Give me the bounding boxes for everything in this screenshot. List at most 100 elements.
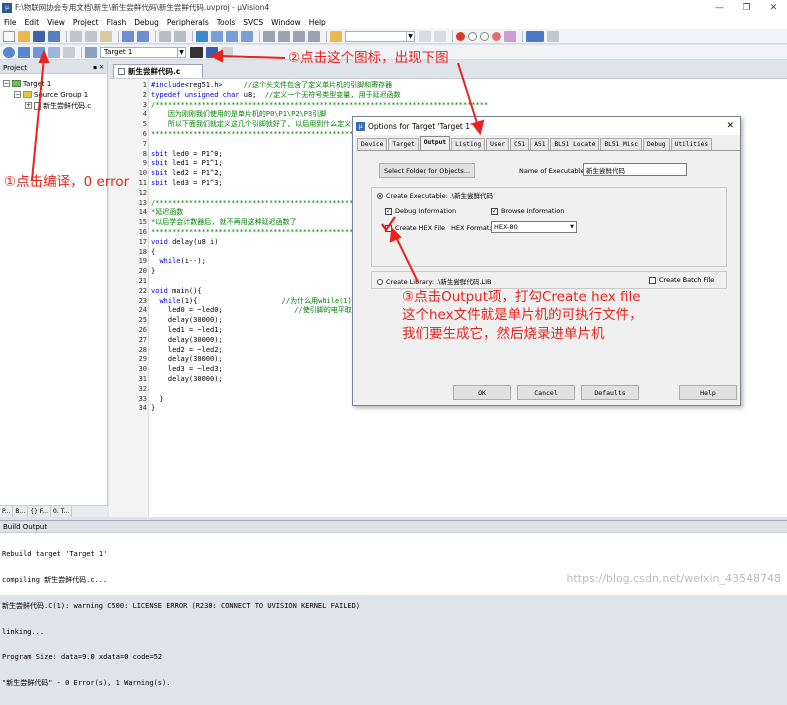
build-output-text[interactable]: Rebuild target 'Target 1' compiling 新生尝鲜… xyxy=(0,533,787,705)
close-window-button[interactable]: ✕ xyxy=(760,3,787,13)
translate-icon[interactable] xyxy=(3,46,15,58)
indent-icon[interactable] xyxy=(263,30,275,42)
save-all-icon[interactable] xyxy=(48,30,60,42)
menu-tools[interactable]: Tools xyxy=(213,18,239,27)
create-hex-checkbox[interactable]: ✓ Create HEX File xyxy=(385,224,445,232)
line-number: 26 xyxy=(138,326,147,334)
tab-debug[interactable]: Debug xyxy=(642,138,670,150)
menu-edit[interactable]: Edit xyxy=(21,18,44,27)
kill-breakpoints-icon[interactable] xyxy=(492,31,501,41)
tab-bl51-misc[interactable]: BL51 Misc xyxy=(600,138,642,150)
ok-button[interactable]: OK xyxy=(453,385,511,400)
build-icon[interactable] xyxy=(18,46,30,58)
dialog-close-button[interactable]: ✕ xyxy=(726,121,734,131)
code-token: delay(30000); xyxy=(151,375,223,383)
tab-c51[interactable]: C51 xyxy=(510,138,530,150)
target-select[interactable]: Target 1 ▼ xyxy=(100,46,186,58)
stop-build-icon[interactable] xyxy=(63,46,75,58)
menu-window[interactable]: Window xyxy=(267,18,305,27)
debug-start-icon[interactable] xyxy=(456,31,465,41)
save-icon[interactable] xyxy=(33,30,45,42)
cut-icon[interactable] xyxy=(70,30,82,42)
clear-bookmarks-icon[interactable] xyxy=(241,30,253,42)
help-button[interactable]: Help xyxy=(679,385,737,400)
unindent-icon[interactable] xyxy=(278,30,290,42)
download-icon[interactable] xyxy=(85,46,97,58)
redo-icon[interactable] xyxy=(137,30,149,42)
menu-help[interactable]: Help xyxy=(305,18,330,27)
rebuild-icon[interactable] xyxy=(33,46,45,58)
tab-project[interactable]: P... xyxy=(0,506,14,517)
menu-debug[interactable]: Debug xyxy=(130,18,163,27)
find-combo[interactable]: ▼ xyxy=(345,30,415,42)
tab-utilities[interactable]: Utilities xyxy=(670,138,713,150)
collapse-icon[interactable]: − xyxy=(3,80,10,87)
tab-functions[interactable]: {} F... xyxy=(28,506,52,517)
prev-bookmark-icon[interactable] xyxy=(211,30,223,42)
tab-templates[interactable]: 0. T... xyxy=(51,506,73,517)
tab-listing[interactable]: Listing xyxy=(451,138,486,150)
window-layout-icon[interactable] xyxy=(526,30,544,42)
menu-project[interactable]: Project xyxy=(69,18,103,27)
open-folder-icon[interactable] xyxy=(18,30,30,42)
tab-books[interactable]: B... xyxy=(13,506,29,517)
defaults-button[interactable]: Defaults xyxy=(581,385,639,400)
create-batch-checkbox[interactable]: Create Batch File xyxy=(649,276,714,284)
select-folder-button[interactable]: Select Folder for Objects... xyxy=(379,163,475,178)
collapse-icon[interactable]: − xyxy=(14,91,21,98)
incremental-find-icon[interactable] xyxy=(434,30,446,42)
configure-icon[interactable] xyxy=(547,30,559,42)
manage-components-icon[interactable] xyxy=(206,46,218,58)
tree-item-source-group[interactable]: − Source Group 1 xyxy=(0,89,107,100)
toolbar-separator xyxy=(66,30,67,42)
menu-svcs[interactable]: SVCS xyxy=(239,18,267,27)
browse-information-checkbox[interactable]: ✓ Browse Information xyxy=(491,207,564,215)
expand-icon[interactable]: + xyxy=(25,102,32,109)
batch-build-icon[interactable] xyxy=(48,46,60,58)
radio-icon xyxy=(377,279,383,285)
code-token: void xyxy=(151,237,168,246)
tab-user[interactable]: User xyxy=(486,138,510,150)
paste-icon[interactable] xyxy=(100,30,112,42)
undo-icon[interactable] xyxy=(122,30,134,42)
manage-books-icon[interactable] xyxy=(221,46,233,58)
name-of-executable-field[interactable]: 新生尝鲜代码 xyxy=(583,163,687,176)
editor-tab[interactable]: 新生尝鲜代码.c xyxy=(113,64,203,78)
line-number: 25 xyxy=(138,316,147,325)
bookmark-icon[interactable] xyxy=(196,30,208,42)
disable-all-icon[interactable] xyxy=(504,30,516,42)
create-executable-option[interactable]: Create Executable: .\新生尝鲜代码 xyxy=(377,190,493,200)
debug-information-checkbox[interactable]: ✓ Debug Information xyxy=(385,207,456,215)
disable-breakpoint-icon[interactable] xyxy=(480,31,489,41)
find-in-files-icon[interactable] xyxy=(330,30,342,42)
target-options-icon[interactable] xyxy=(190,46,203,58)
tab-device[interactable]: Device xyxy=(357,138,388,150)
menu-view[interactable]: View xyxy=(43,18,69,27)
copy-icon[interactable] xyxy=(85,30,97,42)
code-token: 因为刚刚我们使用的是单片机的P0\P1\P2\P3引脚 xyxy=(151,110,327,119)
tree-item-target[interactable]: − Target 1 xyxy=(0,78,107,89)
hex-format-select[interactable]: HEX-80 ▼ xyxy=(491,221,577,233)
cancel-button[interactable]: Cancel xyxy=(517,385,575,400)
tab-bl51-locate[interactable]: BL51 Locate xyxy=(550,138,600,150)
tab-output[interactable]: Output xyxy=(419,136,451,150)
minimize-button[interactable]: — xyxy=(706,3,733,13)
tab-target[interactable]: Target xyxy=(388,138,419,150)
tree-item-source-file[interactable]: + 新生尝鲜代码.c xyxy=(0,100,107,111)
nav-forward-icon[interactable] xyxy=(174,30,186,42)
nav-back-icon[interactable] xyxy=(159,30,171,42)
new-file-icon[interactable] xyxy=(3,30,15,42)
maximize-button[interactable]: ❐ xyxy=(733,3,760,13)
menu-peripherals[interactable]: Peripherals xyxy=(163,18,213,27)
tab-a51[interactable]: A51 xyxy=(530,138,550,150)
next-bookmark-icon[interactable] xyxy=(226,30,238,42)
create-executable-label: Create Executable: .\新生尝鲜代码 xyxy=(386,192,494,200)
menu-file[interactable]: File xyxy=(0,18,21,27)
comment-icon[interactable] xyxy=(293,30,305,42)
menu-flash[interactable]: Flash xyxy=(103,18,131,27)
pane-pin-close[interactable]: ▪ ✕ xyxy=(93,64,107,71)
breakpoint-icon[interactable] xyxy=(468,31,477,41)
uncomment-icon[interactable] xyxy=(308,30,320,42)
find-icon[interactable] xyxy=(419,30,431,42)
create-library-option[interactable]: Create Library: .\新生尝鲜代码.LIB xyxy=(377,276,492,286)
